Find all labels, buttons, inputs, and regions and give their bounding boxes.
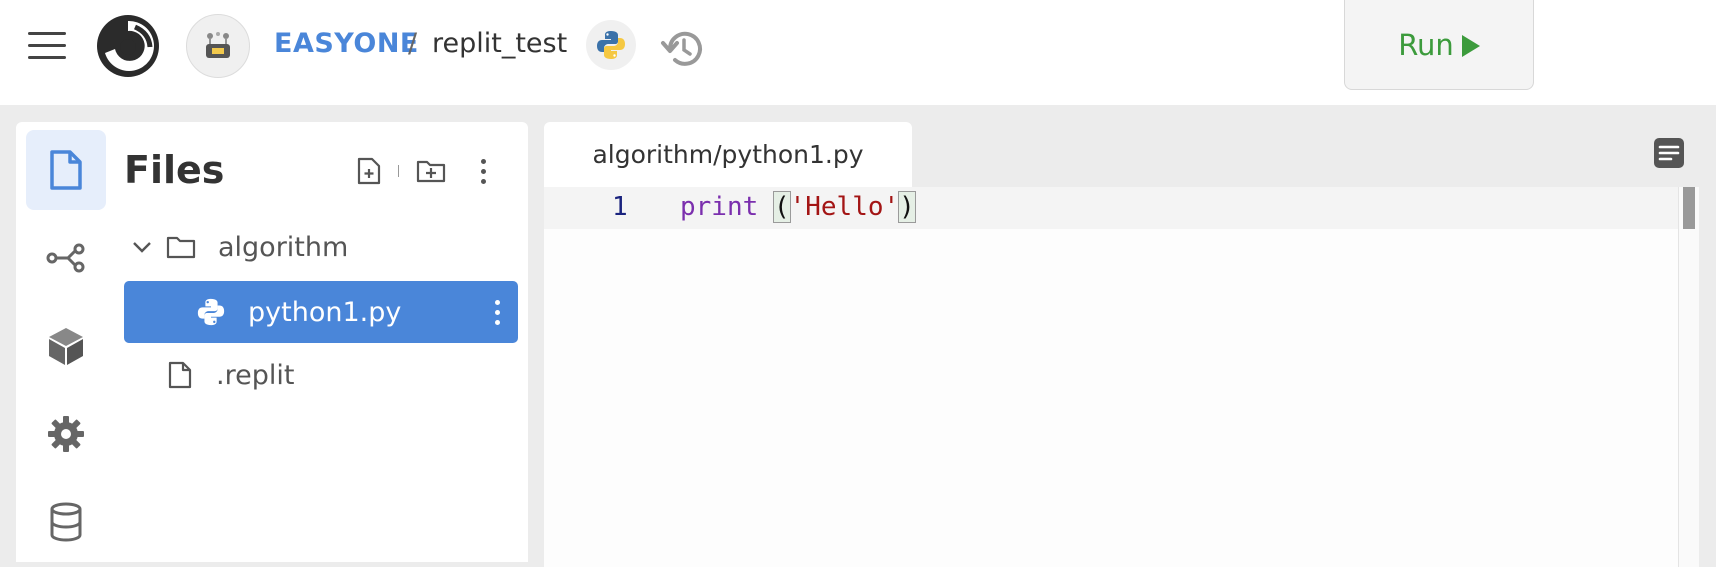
new-file-button[interactable] (354, 156, 384, 186)
code-line: 1 print ('Hello') (544, 187, 1678, 229)
more-options-icon (480, 158, 486, 184)
version-control-icon (46, 243, 85, 273)
rail-settings-button[interactable] (26, 394, 106, 474)
code-open-paren: ( (772, 191, 791, 223)
new-folder-icon (416, 160, 446, 183)
avatar-robot-icon (206, 32, 230, 58)
replit-logo-icon[interactable] (95, 13, 161, 79)
tree-item-label: python1.py (248, 296, 402, 328)
file-icon (50, 150, 82, 190)
breadcrumb-separator: / (408, 28, 418, 59)
code-text: print ('Hello') (680, 191, 916, 223)
editor-tab[interactable]: algorithm/python1.py (544, 122, 912, 187)
code-string: 'Hello' (789, 192, 900, 222)
file-icon (168, 361, 192, 389)
run-button[interactable]: Run (1344, 0, 1534, 90)
editor-scrollbar[interactable] (1678, 187, 1699, 567)
tree-file-python1[interactable]: python1.py (124, 281, 518, 343)
new-file-icon (357, 157, 381, 185)
python-file-icon (197, 298, 225, 326)
code-close-paren: ) (898, 191, 916, 223)
rail-database-button[interactable] (26, 482, 106, 562)
code-keyword: print (680, 192, 759, 222)
python-logo-icon (597, 31, 625, 59)
hamburger-menu-icon[interactable] (28, 32, 66, 62)
editor-pane: algorithm/python1.py 1 print ('Hello') (544, 122, 1716, 567)
files-more-options-button[interactable] (468, 156, 498, 186)
editor-tab-label: algorithm/python1.py (592, 140, 864, 169)
code-editor[interactable]: 1 print ('Hello') (544, 187, 1678, 567)
play-icon (1461, 34, 1480, 57)
tree-item-label: .replit (216, 359, 295, 391)
history-icon[interactable] (660, 28, 706, 70)
files-panel: Files algorithm python1.py .replit (16, 122, 528, 562)
tree-item-label: algorithm (218, 231, 349, 263)
database-icon (50, 502, 82, 542)
breadcrumb-repl-name[interactable]: replit_test (432, 28, 567, 59)
header-divider (398, 165, 399, 177)
rail-version-control-button[interactable] (26, 218, 106, 298)
new-folder-button[interactable] (416, 156, 446, 186)
outline-icon[interactable] (1652, 136, 1686, 170)
rail-packages-button[interactable] (26, 306, 106, 386)
files-panel-title: Files (124, 148, 225, 192)
rail-files-button[interactable] (26, 130, 106, 210)
tree-folder-algorithm[interactable]: algorithm (124, 216, 518, 278)
line-number: 1 (612, 192, 628, 222)
user-avatar[interactable] (186, 14, 250, 78)
folder-icon (166, 236, 196, 259)
file-more-options-icon[interactable] (495, 299, 500, 325)
scrollbar-thumb[interactable] (1683, 187, 1695, 229)
tree-file-replit[interactable]: .replit (124, 344, 518, 406)
packages-icon (49, 328, 83, 365)
settings-gear-icon (48, 416, 84, 452)
run-button-label: Run (1398, 27, 1454, 62)
breadcrumb-owner-link[interactable]: EASYONE (274, 28, 419, 59)
chevron-down-icon (133, 242, 151, 253)
top-bar: EASYONE / replit_test Run (0, 0, 1716, 105)
python-language-icon[interactable] (586, 20, 636, 70)
